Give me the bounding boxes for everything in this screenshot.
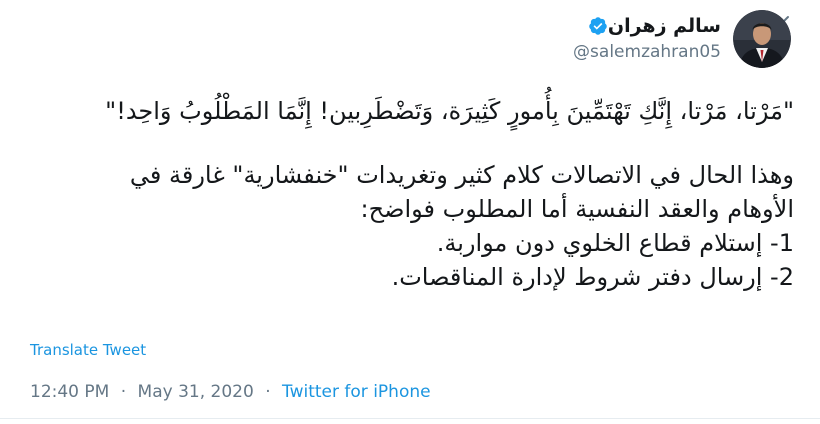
avatar[interactable]: [733, 10, 791, 68]
tweet-date[interactable]: May 31, 2020: [138, 382, 254, 402]
tweet-metadata: 12:40 PM · May 31, 2020 · Twitter for iP…: [30, 382, 431, 402]
tweet-line: 1- إستلام قطاع الخلوي دون مواربة.: [436, 229, 794, 257]
divider: [0, 418, 820, 419]
tweet-line: "مَرْتا، مَرْتا، إِنَّكِ تَهْتَمِّينَ بِ…: [105, 97, 794, 125]
translate-tweet-link[interactable]: Translate Tweet: [30, 341, 146, 359]
tweet-text: "مَرْتا، مَرْتا، إِنَّكِ تَهْتَمِّينَ بِ…: [26, 94, 794, 294]
verified-badge-icon: [589, 17, 607, 35]
tweet-line: وهذا الحال في الاتصالات كلام كثير وتغريد…: [129, 161, 794, 189]
author-names: سالم زهران @salemzahran05: [573, 13, 721, 65]
tweet-line: الأوهام والعقد النفسية أما المطلوب فواضح…: [360, 195, 795, 223]
tweet-card: سالم زهران @salemzahran05 "مَرْتا، مَرْت…: [0, 0, 820, 424]
meta-separator: ·: [120, 382, 127, 402]
display-name-row[interactable]: سالم زهران: [573, 13, 721, 39]
tweet-author-header: سالم زهران @salemzahran05: [573, 4, 791, 74]
tweet-line: 2- إرسال دفتر شروط لإدارة المناقصات.: [391, 263, 794, 291]
meta-separator: ·: [265, 382, 271, 402]
tweet-time[interactable]: 12:40 PM: [30, 382, 109, 402]
display-name[interactable]: سالم زهران: [608, 13, 721, 39]
tweet-source-link[interactable]: Twitter for iPhone: [282, 382, 431, 402]
username-handle[interactable]: @salemzahran05: [573, 39, 721, 65]
tweet-line-spacer: [26, 128, 794, 158]
